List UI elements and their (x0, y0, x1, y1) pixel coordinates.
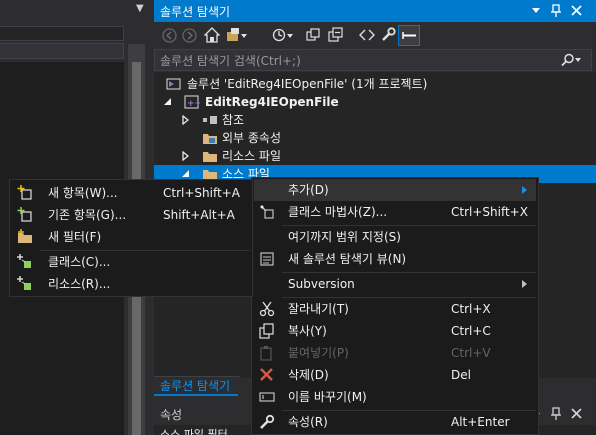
menu-item-new-item-shortcut: Ctrl+Shift+A (163, 186, 240, 200)
menu-item-delete-shortcut: Del (451, 368, 471, 382)
menu-item-rename-label: 이름 바꾸기(M) (288, 390, 367, 404)
solution-explorer-title: 솔루션 탐색기 (160, 5, 231, 19)
menu-item-new-item-label: 새 항목(W)... (48, 186, 118, 200)
menu-item-class-wizard[interactable]: 클래스 마법사(Z)... Ctrl+Shift+X (254, 201, 536, 223)
editor-navigation-field[interactable] (0, 43, 124, 59)
class-icon (17, 254, 33, 270)
dropdown-arrow-icon[interactable]: ▼ (136, 3, 144, 14)
menu-item-new-filter-label: 새 필터(F) (48, 230, 102, 244)
menu-item-delete[interactable]: 삭제(D) Del (254, 364, 536, 386)
project-icon: ++ (184, 95, 200, 109)
menu-item-copy-label: 복사(Y) (288, 324, 327, 338)
menu-item-new-item[interactable]: 새 항목(W)... Ctrl+Shift+A (12, 182, 250, 204)
switch-views-icon[interactable] (226, 27, 248, 43)
menu-item-cut[interactable]: 잘라내기(T) Ctrl+X (254, 298, 536, 320)
menu-item-cut-label: 잘라내기(T) (288, 302, 349, 316)
menu-item-paste-shortcut: Ctrl+V (451, 346, 491, 360)
pending-changes-icon[interactable] (272, 27, 294, 43)
collapse-all-icon[interactable] (328, 27, 344, 43)
external-dependencies-label: 외부 종속성 (222, 131, 282, 145)
menu-item-properties[interactable]: 속성(R) Alt+Enter (254, 411, 536, 433)
references-icon (202, 115, 218, 125)
copy-icon (259, 323, 275, 339)
folder-icon (202, 150, 218, 163)
search-placeholder: 솔루션 탐색기 검색(Ctrl+;) (160, 54, 301, 68)
window-menu-icon[interactable] (530, 4, 542, 16)
properties-object-label: 소스 파일 필터 (160, 428, 228, 435)
forward-icon[interactable] (182, 28, 197, 43)
references-label: 참조 (222, 113, 245, 127)
resource-files-label: 리소스 파일 (222, 149, 282, 163)
submenu-arrow-icon (522, 186, 528, 194)
menu-item-delete-label: 삭제(D) (288, 368, 329, 382)
collapsed-arrow-icon[interactable] (182, 115, 190, 125)
pin-icon[interactable] (550, 4, 562, 18)
properties-pin-icon[interactable] (550, 407, 562, 421)
menu-item-class-wizard-label: 클래스 마법사(Z)... (288, 205, 388, 219)
menu-item-class[interactable]: 클래스(C)... (12, 251, 250, 273)
menu-item-resource[interactable]: 리소스(R)... (12, 273, 250, 295)
menu-item-add[interactable]: 추가(D) (254, 179, 536, 201)
view-code-icon[interactable] (359, 27, 375, 43)
menu-item-class-label: 클래스(C)... (48, 255, 111, 269)
tab-solution-explorer-label: 솔루션 탐색기 (160, 379, 231, 393)
menu-item-new-solution-explorer-view[interactable]: 새 솔루션 탐색기 뷰(N) (254, 248, 536, 270)
editor-combo-field[interactable] (0, 26, 124, 41)
new-item-icon (17, 185, 33, 201)
menu-item-resource-label: 리소스(R)... (48, 277, 111, 291)
menu-item-subversion[interactable]: Subversion (254, 273, 536, 295)
menu-item-paste[interactable]: 붙여넣기(P) Ctrl+V (254, 342, 536, 364)
properties-title: 속성 (160, 408, 183, 422)
menu-item-existing-item-label: 기존 항목(G)... (48, 208, 127, 222)
expanded-arrow-icon[interactable] (164, 98, 172, 106)
home-icon[interactable] (204, 27, 220, 43)
menu-item-paste-label: 붙여넣기(P) (288, 346, 349, 360)
close-icon[interactable] (571, 5, 582, 16)
tab-active-indicator (154, 394, 238, 396)
collapsed-arrow-icon[interactable] (182, 151, 190, 161)
context-menu: 추가(D) 클래스 마법사(Z)... Ctrl+Shift+X 여기까지 범위… (251, 177, 539, 435)
menu-item-existing-item[interactable]: 기존 항목(G)... Shift+Alt+A (12, 204, 250, 226)
menu-item-existing-item-shortcut: Shift+Alt+A (163, 208, 235, 222)
expanded-arrow-icon[interactable] (182, 170, 190, 178)
svg-text:++: ++ (187, 99, 200, 109)
rename-icon (259, 389, 275, 405)
new-view-icon (259, 251, 275, 267)
menu-item-properties-label: 속성(R) (288, 415, 328, 429)
menu-item-subversion-label: Subversion (288, 277, 355, 291)
search-icon[interactable] (560, 53, 582, 67)
menu-item-class-wizard-shortcut: Ctrl+Shift+X (451, 205, 528, 219)
preview-selected-items-button[interactable] (398, 25, 420, 46)
solution-icon (166, 77, 182, 91)
menu-item-scope-to-this-label: 여기까지 범위 지정(S) (288, 230, 401, 244)
menu-item-copy[interactable]: 복사(Y) Ctrl+C (254, 320, 536, 342)
menu-item-new-filter[interactable]: 새 필터(F) (12, 226, 250, 248)
menu-item-add-label: 추가(D) (288, 183, 329, 197)
wrench-icon (259, 414, 275, 430)
new-filter-icon (17, 229, 33, 245)
solution-label: 솔루션 'EditReg4IEOpenFile' (1개 프로젝트) (187, 77, 428, 91)
sync-icon[interactable] (306, 28, 320, 42)
properties-wrench-icon[interactable] (380, 27, 396, 43)
menu-item-properties-shortcut: Alt+Enter (451, 415, 510, 429)
folder-icon (202, 132, 218, 145)
cut-icon (259, 301, 275, 317)
menu-item-scope-to-this[interactable]: 여기까지 범위 지정(S) (254, 226, 536, 248)
existing-item-icon (17, 207, 33, 223)
resource-icon (17, 276, 33, 292)
class-wizard-icon (259, 204, 275, 220)
solution-explorer-toolbar (154, 22, 596, 49)
add-submenu: 새 항목(W)... Ctrl+Shift+A 기존 항목(G)... Shif… (9, 179, 253, 297)
paste-icon (259, 345, 275, 361)
editor-top-strip: ▼ (0, 0, 152, 22)
menu-item-rename[interactable]: 이름 바꾸기(M) (254, 386, 536, 408)
menu-item-copy-shortcut: Ctrl+C (451, 324, 491, 338)
properties-close-icon[interactable] (571, 408, 582, 419)
menu-item-cut-shortcut: Ctrl+X (451, 302, 491, 316)
menu-item-new-solution-explorer-view-label: 새 솔루션 탐색기 뷰(N) (288, 252, 407, 266)
project-label: EditReg4IEOpenFile (205, 95, 339, 109)
back-icon[interactable] (162, 28, 177, 43)
submenu-arrow-icon (522, 280, 528, 288)
delete-icon (259, 367, 275, 383)
